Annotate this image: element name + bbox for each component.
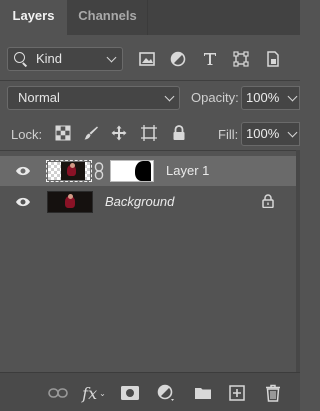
new-layer-icon[interactable] [227, 383, 247, 403]
chevron-down-icon [164, 91, 175, 102]
layers-bottom-toolbar: fx ⌄ [0, 372, 300, 411]
layer-thumbnail[interactable] [46, 160, 92, 182]
blend-mode-label: Normal [18, 90, 60, 105]
layer-name[interactable]: Background [105, 194, 174, 209]
mask-link-icon[interactable] [94, 162, 104, 180]
layer-name[interactable]: Layer 1 [166, 163, 209, 178]
opacity-label: Opacity: [191, 90, 239, 105]
lock-artboard-icon[interactable] [140, 124, 158, 142]
divider [0, 150, 300, 151]
mask-shape [135, 161, 151, 181]
layer-mask-thumbnail[interactable] [110, 160, 154, 182]
image-filter-icon[interactable] [138, 50, 156, 68]
lock-position-icon[interactable] [110, 124, 128, 142]
new-adjustment-layer-icon[interactable] [156, 383, 176, 403]
visibility-eye-icon[interactable] [15, 165, 31, 177]
add-mask-icon[interactable] [120, 383, 140, 403]
blend-mode-select[interactable]: Normal [7, 86, 180, 110]
layer-thumbnail-image [61, 162, 85, 180]
opacity-dropdown-button[interactable] [287, 86, 300, 110]
lock-all-icon[interactable] [170, 124, 188, 142]
fill-dropdown-button[interactable] [287, 122, 300, 146]
tab-layers[interactable]: Layers [0, 0, 67, 35]
type-filter-icon[interactable] [201, 50, 219, 68]
layer-row-layer-1[interactable]: Layer 1 [0, 156, 296, 186]
lock-icon [262, 194, 274, 208]
layer-effects-fx-icon[interactable]: fx ⌄ [82, 383, 106, 403]
adjustment-filter-icon[interactable] [169, 50, 187, 68]
scrollbar-track[interactable] [296, 150, 300, 372]
delete-layer-trash-icon[interactable] [263, 383, 283, 403]
lock-image-pixels-icon[interactable] [82, 124, 100, 142]
fill-input[interactable]: 100% [241, 122, 289, 146]
visibility-eye-icon[interactable] [15, 196, 31, 208]
fill-label: Fill: [218, 127, 239, 142]
lock-transparent-pixels-icon[interactable] [54, 124, 72, 142]
chevron-down-icon [287, 127, 298, 138]
filter-kind-label: Kind [36, 51, 63, 66]
tab-channels[interactable]: Channels [68, 0, 148, 35]
lock-label: Lock: [11, 127, 43, 142]
layer-row-background[interactable]: Background [0, 187, 296, 217]
divider [0, 80, 300, 81]
new-group-folder-icon[interactable] [193, 383, 213, 403]
chevron-down-icon [287, 91, 298, 102]
opacity-input[interactable]: 100% [241, 86, 289, 110]
chevron-down-icon [106, 52, 117, 63]
link-layers-icon[interactable] [48, 383, 68, 403]
filter-kind-select[interactable]: Kind [7, 47, 123, 71]
layer-thumbnail[interactable] [47, 191, 93, 213]
panel-tab-bar: Layers Channels [0, 0, 300, 35]
search-icon [14, 52, 25, 63]
smart-object-filter-icon[interactable] [264, 50, 282, 68]
shape-filter-icon[interactable] [232, 50, 250, 68]
